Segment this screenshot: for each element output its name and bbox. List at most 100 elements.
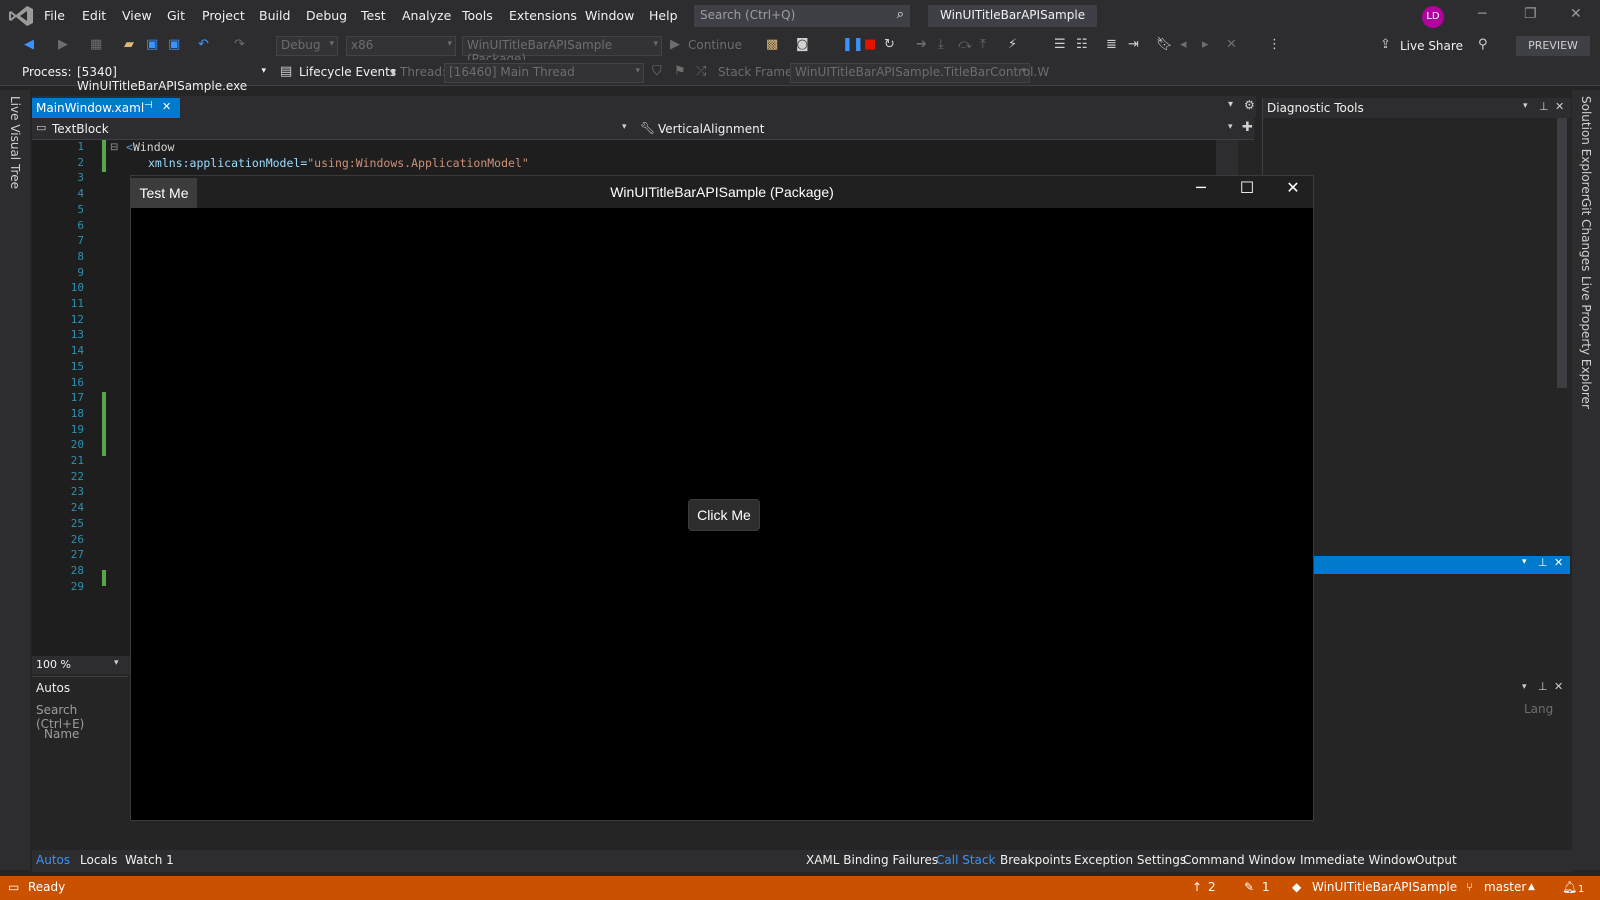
indent-icon[interactable]: ⇥ (1128, 37, 1139, 52)
filter-icon[interactable]: ⛉ (652, 64, 662, 79)
menu-view[interactable]: View (122, 8, 152, 23)
hot-reload-icon[interactable]: ⚡ (1008, 37, 1017, 52)
zoom-dropdown-arrow-icon[interactable]: ▾ (114, 658, 119, 668)
live-share-button[interactable]: Live Share (1400, 39, 1463, 53)
menu-project[interactable]: Project (202, 8, 245, 23)
threads-icon[interactable]: ☰ (1054, 37, 1066, 52)
nav-element-dropdown[interactable]: TextBlock (52, 122, 109, 136)
process-combo[interactable]: [5340] WinUITitleBarAPISample.exe ▾ (72, 63, 270, 93)
tab-live-visual-tree[interactable]: Live Visual Tree (8, 96, 22, 189)
step-into-icon[interactable]: ⤓ (938, 37, 944, 52)
clear-bookmarks-icon[interactable]: ✕ (1226, 37, 1237, 52)
tab-live-property-explorer[interactable]: Live Property Explorer (1579, 276, 1593, 409)
continue-button[interactable]: Continue (688, 38, 742, 52)
toolbar-overflow-icon[interactable]: ⋮ (1268, 37, 1281, 52)
tab-output[interactable]: Output (1415, 853, 1457, 867)
preview-badge[interactable]: PREVIEW (1516, 36, 1590, 56)
toggle-thread-icon[interactable]: ⤮ (696, 64, 706, 79)
configuration-combo[interactable]: Debug ▾ (276, 36, 338, 56)
pin-icon[interactable]: ⊥ (1538, 556, 1548, 569)
avatar[interactable]: LD (1422, 6, 1444, 28)
tab-exception-settings[interactable]: Exception Settings (1074, 853, 1186, 867)
show-next-statement-icon[interactable]: ➔ (916, 37, 927, 52)
pause-icon[interactable]: ❚❚ (842, 37, 864, 52)
click-me-button[interactable]: Click Me (688, 499, 760, 531)
repo-icon[interactable]: ◆ (1292, 880, 1301, 894)
startup-project-combo[interactable]: WinUITitleBarAPISample (Package) ▾ (462, 36, 662, 66)
close-icon[interactable]: ✕ (1555, 100, 1564, 113)
window-menu-icon[interactable]: ▾ (1522, 682, 1527, 692)
stop-icon[interactable]: ■ (864, 37, 876, 52)
package-icon[interactable]: ▩ (766, 37, 778, 52)
tab-autos[interactable]: Autos (36, 853, 70, 867)
pending-changes-icon[interactable]: ✎ (1244, 880, 1254, 894)
stack-frame-combo[interactable]: WinUITitleBarAPISample.TitleBarControl.W… (790, 63, 1049, 83)
menu-analyze[interactable]: Analyze (402, 8, 451, 23)
undo-icon[interactable]: ↶ (198, 37, 209, 52)
branch-name[interactable]: master (1484, 880, 1526, 894)
lifecycle-events-dropdown[interactable]: Lifecycle Events (299, 65, 396, 79)
call-stack-icon[interactable]: ☷ (1076, 37, 1088, 52)
search-input[interactable]: Search (Ctrl+Q) ⌕ (694, 5, 910, 27)
close-icon[interactable]: ✕ (1554, 680, 1563, 693)
save-all-icon[interactable]: ▣ (168, 37, 180, 52)
menu-file[interactable]: File (44, 8, 65, 23)
nav-member-dropdown-arrow-icon[interactable]: ▾ (1228, 122, 1233, 132)
pin-icon[interactable]: ⊣ (144, 100, 153, 111)
minimize-icon[interactable]: ─ (1478, 6, 1486, 22)
step-over-icon[interactable]: ⤼ (958, 37, 972, 52)
forward-icon[interactable]: ▶ (58, 37, 68, 52)
app-maximize-icon[interactable]: ☐ (1227, 178, 1267, 197)
restore-icon[interactable]: ❐ (1524, 6, 1537, 22)
collapse-icon[interactable]: ⊟ (110, 142, 118, 153)
menu-tools[interactable]: Tools (462, 8, 493, 23)
flag-icon[interactable]: ⚑ (674, 64, 686, 79)
tab-mainwindow-xaml[interactable]: MainWindow.xaml ⊣ ✕ (32, 98, 180, 118)
tab-git-changes[interactable]: Git Changes (1579, 198, 1593, 271)
feedback-icon[interactable]: ⚲ (1478, 37, 1488, 52)
split-editor-icon[interactable]: ✚ (1242, 120, 1253, 135)
push-icon[interactable]: ↑ (1192, 880, 1202, 894)
tab-breakpoints[interactable]: Breakpoints (1000, 853, 1071, 867)
app-title-bar[interactable]: Test Me WinUITitleBarAPISample (Package)… (131, 176, 1313, 208)
diagnostic-scrollbar[interactable] (1557, 118, 1567, 388)
continue-icon[interactable]: ▶ (670, 37, 680, 52)
zoom-level-combo[interactable]: 100 % (36, 658, 71, 671)
nav-element-dropdown-arrow-icon[interactable]: ▾ (622, 122, 627, 132)
notification-count[interactable]: 1 (1578, 884, 1584, 895)
tab-call-stack[interactable]: Call Stack (936, 853, 995, 867)
menu-window[interactable]: Window (585, 8, 634, 23)
column-lang[interactable]: Lang (1524, 702, 1553, 716)
window-menu-icon[interactable]: ▾ (1523, 101, 1528, 111)
live-share-icon[interactable]: ⇪ (1380, 37, 1391, 52)
close-tab-icon[interactable]: ✕ (162, 100, 171, 113)
app-close-icon[interactable]: ✕ (1273, 178, 1313, 197)
menu-build[interactable]: Build (259, 8, 290, 23)
tab-list-icon[interactable]: ▾ (1228, 99, 1233, 110)
tab-command-window[interactable]: Command Window (1183, 853, 1296, 867)
branch-up-arrow-icon[interactable]: ▲ (1528, 882, 1535, 892)
tab-watch-1[interactable]: Watch 1 (125, 853, 174, 867)
step-out-icon[interactable]: ⤒ (980, 37, 986, 52)
restart-icon[interactable]: ↻ (884, 37, 895, 52)
thread-combo[interactable]: [16460] Main Thread ▾ (444, 63, 644, 83)
autos-column-name[interactable]: Name (44, 727, 79, 741)
open-folder-icon[interactable]: ▰ (124, 37, 134, 52)
pending-count[interactable]: 1 (1262, 880, 1270, 894)
menu-help[interactable]: Help (649, 8, 678, 23)
close-icon[interactable]: ✕ (1554, 556, 1563, 569)
format-icon[interactable]: ≣ (1106, 37, 1117, 52)
menu-debug[interactable]: Debug (306, 8, 347, 23)
platform-combo[interactable]: x86 ▾ (346, 36, 456, 56)
window-menu-icon[interactable]: ▾ (1522, 557, 1527, 567)
next-bookmark-icon[interactable]: ▸ (1202, 37, 1209, 52)
branch-icon[interactable]: ⑂ (1466, 880, 1473, 894)
repo-name[interactable]: WinUITitleBarAPISample (1312, 880, 1457, 894)
redo-icon[interactable]: ↷ (234, 37, 245, 52)
menu-test[interactable]: Test (361, 8, 386, 23)
lifecycle-dropdown-arrow-icon[interactable]: ▾ (390, 65, 396, 79)
close-icon[interactable]: ✕ (1570, 6, 1582, 22)
menu-git[interactable]: Git (167, 8, 185, 23)
tab-locals[interactable]: Locals (80, 853, 117, 867)
notifications-icon[interactable]: 🔔︎ (1562, 880, 1577, 894)
